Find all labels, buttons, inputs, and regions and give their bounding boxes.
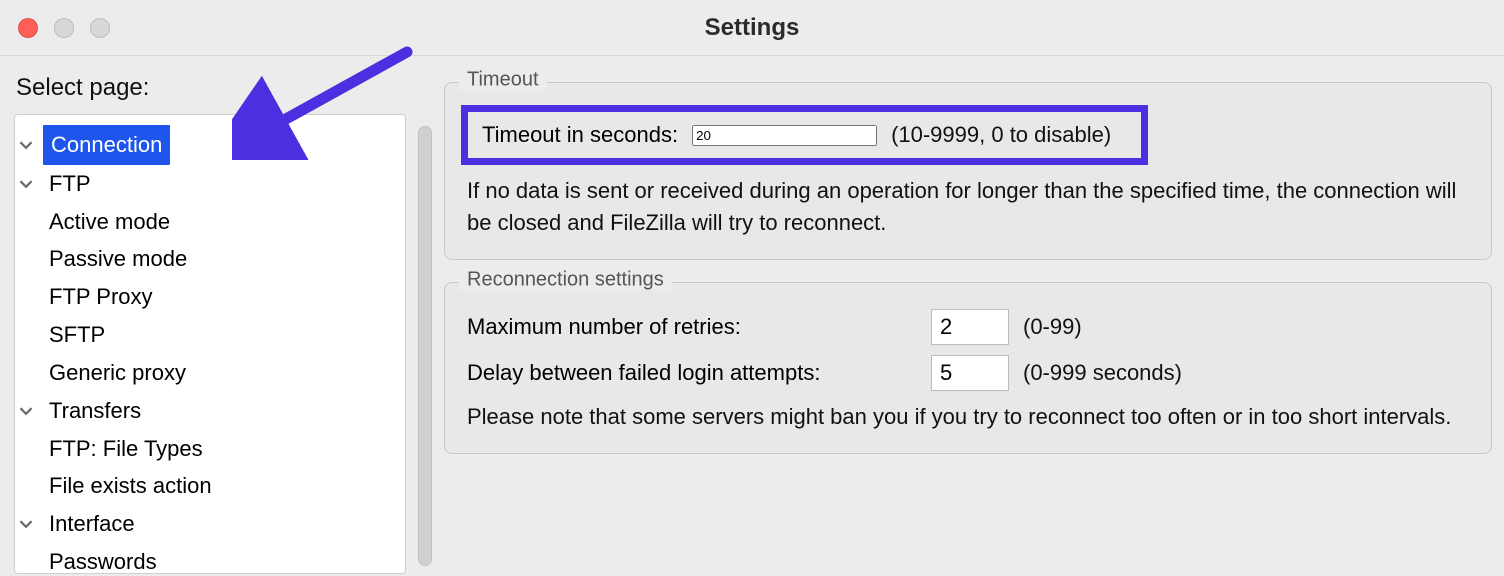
- tree-label: FTP: [43, 165, 97, 203]
- timeout-range-hint: (10-9999, 0 to disable): [891, 122, 1111, 148]
- delay-input[interactable]: [931, 355, 1009, 391]
- group-title: Timeout: [459, 68, 547, 91]
- timeout-description: If no data is sent or received during an…: [467, 175, 1469, 239]
- settings-content: Timeout Timeout in seconds: (10-9999, 0 …: [420, 56, 1504, 576]
- sidebar: Select page: Connection FTP Act: [0, 56, 420, 576]
- tree-label: Generic proxy: [43, 354, 192, 392]
- tree-item-connection[interactable]: Connection: [15, 125, 405, 165]
- timeout-highlight: Timeout in seconds: (10-9999, 0 to disab…: [461, 105, 1148, 165]
- tree-item-generic-proxy[interactable]: Generic proxy: [15, 354, 405, 392]
- chevron-down-icon[interactable]: [15, 513, 37, 535]
- retries-hint: (0-99): [1023, 314, 1082, 340]
- tree-label: Interface: [43, 505, 141, 543]
- select-page-label: Select page:: [16, 74, 406, 102]
- reconnection-description: Please note that some servers might ban …: [467, 401, 1469, 433]
- tree-label: Passwords: [43, 543, 163, 574]
- tree-label: Active mode: [43, 203, 176, 241]
- tree-item-passive-mode[interactable]: Passive mode: [15, 240, 405, 278]
- tree-item-transfers[interactable]: Transfers: [15, 392, 405, 430]
- chevron-down-icon[interactable]: [15, 134, 37, 156]
- timeout-input[interactable]: [692, 125, 877, 146]
- tree-item-ftp[interactable]: FTP: [15, 165, 405, 203]
- delay-hint: (0-999 seconds): [1023, 360, 1182, 386]
- tree-label: SFTP: [43, 316, 111, 354]
- window-controls: [18, 18, 110, 38]
- tree-item-interface[interactable]: Interface: [15, 505, 405, 543]
- tree-label: Connection: [43, 125, 170, 165]
- chevron-down-icon[interactable]: [15, 173, 37, 195]
- timeout-label: Timeout in seconds:: [482, 122, 678, 148]
- minimize-window-button[interactable]: [54, 18, 74, 38]
- window-title: Settings: [0, 14, 1504, 42]
- retries-label: Maximum number of retries:: [467, 314, 917, 340]
- tree-item-passwords[interactable]: Passwords: [15, 543, 405, 574]
- tree-item-active-mode[interactable]: Active mode: [15, 203, 405, 241]
- tree-label: FTP Proxy: [43, 278, 159, 316]
- tree-item-file-types[interactable]: FTP: File Types: [15, 430, 405, 468]
- settings-tree: Connection FTP Active mode Passive mode: [14, 114, 406, 574]
- timeout-group: Timeout Timeout in seconds: (10-9999, 0 …: [444, 82, 1492, 260]
- tree-item-file-exists[interactable]: File exists action: [15, 467, 405, 505]
- delay-label: Delay between failed login attempts:: [467, 360, 917, 386]
- tree-label: FTP: File Types: [43, 430, 209, 468]
- tree-item-sftp[interactable]: SFTP: [15, 316, 405, 354]
- group-title: Reconnection settings: [459, 268, 672, 291]
- reconnection-group: Reconnection settings Maximum number of …: [444, 282, 1492, 454]
- close-window-button[interactable]: [18, 18, 38, 38]
- retries-input[interactable]: [931, 309, 1009, 345]
- tree-item-ftp-proxy[interactable]: FTP Proxy: [15, 278, 405, 316]
- tree-label: Transfers: [43, 392, 147, 430]
- chevron-down-icon[interactable]: [15, 400, 37, 422]
- tree-label: File exists action: [43, 467, 218, 505]
- window-titlebar: Settings: [0, 0, 1504, 56]
- zoom-window-button[interactable]: [90, 18, 110, 38]
- tree-label: Passive mode: [43, 240, 193, 278]
